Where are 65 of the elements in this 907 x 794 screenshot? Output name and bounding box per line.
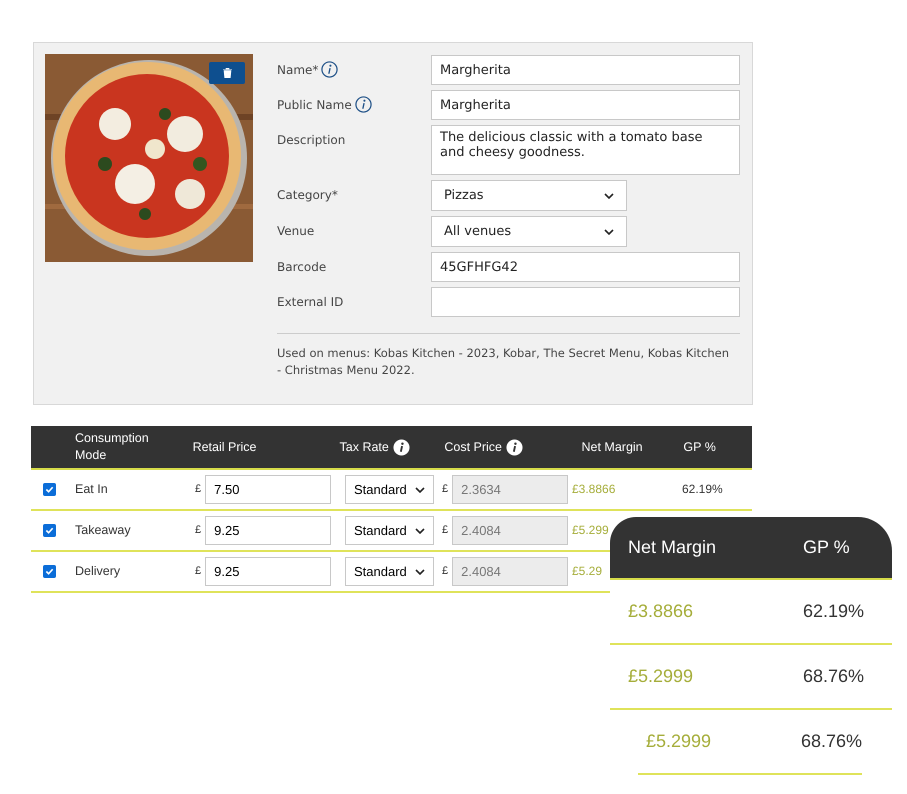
checkbox[interactable] [43,483,56,496]
gp-value: 68.76% [800,730,862,753]
tax-rate-select[interactable]: Standard [345,475,434,504]
field-label: Public Name [277,97,352,114]
field-label: Name* [277,62,318,79]
tax-rate-select[interactable]: Standard [345,557,434,586]
retail-price-field[interactable]: 9.25 [205,516,332,545]
caret-icon [604,228,614,234]
currency-symbol: £ [442,523,448,538]
net-margin-value: £3.8866 [628,600,694,623]
column-header: GP % [803,536,850,559]
caret-icon [415,486,425,492]
currency-symbol: £ [195,523,202,538]
caret-icon [415,568,425,574]
text-field[interactable] [431,287,740,317]
net-margin-value: £5.2999 [646,730,712,753]
caret-icon [415,528,425,534]
cost-price-field: 2.4084 [452,516,568,545]
info-icon[interactable] [392,438,410,456]
info-icon[interactable] [354,96,372,113]
info-icon[interactable] [506,438,523,456]
delete-button[interactable] [209,62,245,84]
column-header: Net Margin [628,536,718,559]
mode-label: Eat In [75,482,108,496]
caret-icon [604,192,614,198]
used-on-menus-text: Used on menus: Kobas Kitchen - 2023, Kobar, The Secret Menu, Kobas Kitchen - Christmas Menu 2022. [277,345,730,379]
mode-label: Takeaway [75,523,131,538]
field-label: External ID [277,294,344,311]
trash-icon [222,68,232,78]
column-header: Tax Rate [340,438,389,456]
net-margin-value: £5.29 [572,564,602,578]
description-field[interactable]: The delicious classic with a tomato base and cheesy goodness. [431,125,740,175]
retail-price-field[interactable]: 7.50 [205,475,332,504]
field-label: Description [277,132,346,149]
currency-symbol: £ [442,564,448,580]
checkbox[interactable] [43,565,56,578]
cost-price-field: 2.4084 [452,557,568,586]
tax-rate-select[interactable]: Standard [345,516,434,545]
net-margin-value: £5.299 [572,523,609,538]
gp-value: 62.19% [682,482,723,496]
gp-value: 68.76% [803,665,864,688]
column-header: Net Margin [582,438,643,456]
text-field[interactable]: 45GFHFG42 [431,252,740,282]
currency-symbol: £ [442,482,448,498]
retail-price-field[interactable]: 9.25 [205,557,332,586]
field-label: Category* [277,187,338,204]
mode-label: Delivery [75,564,120,578]
select-field[interactable]: Pizzas [431,180,627,211]
select-field[interactable]: All venues [431,216,627,247]
currency-symbol: £ [195,482,202,498]
net-margin-value: £5.2999 [628,665,694,688]
column-header: Consumption Mode [75,430,150,464]
gp-value: 62.19% [803,600,864,623]
column-header: Cost Price [444,438,502,456]
currency-symbol: £ [195,564,202,580]
net-margin-value: £3.8866 [572,482,616,496]
checkbox[interactable] [43,524,56,537]
text-field[interactable]: Margherita [431,55,740,85]
cost-price-field: 2.3634 [452,475,568,504]
field-label: Venue [277,223,314,240]
field-label: Barcode [277,259,326,276]
column-header: GP % [683,438,716,456]
info-icon[interactable] [321,61,338,78]
column-header: Retail Price [192,438,256,456]
text-field[interactable]: Margherita [431,90,740,120]
